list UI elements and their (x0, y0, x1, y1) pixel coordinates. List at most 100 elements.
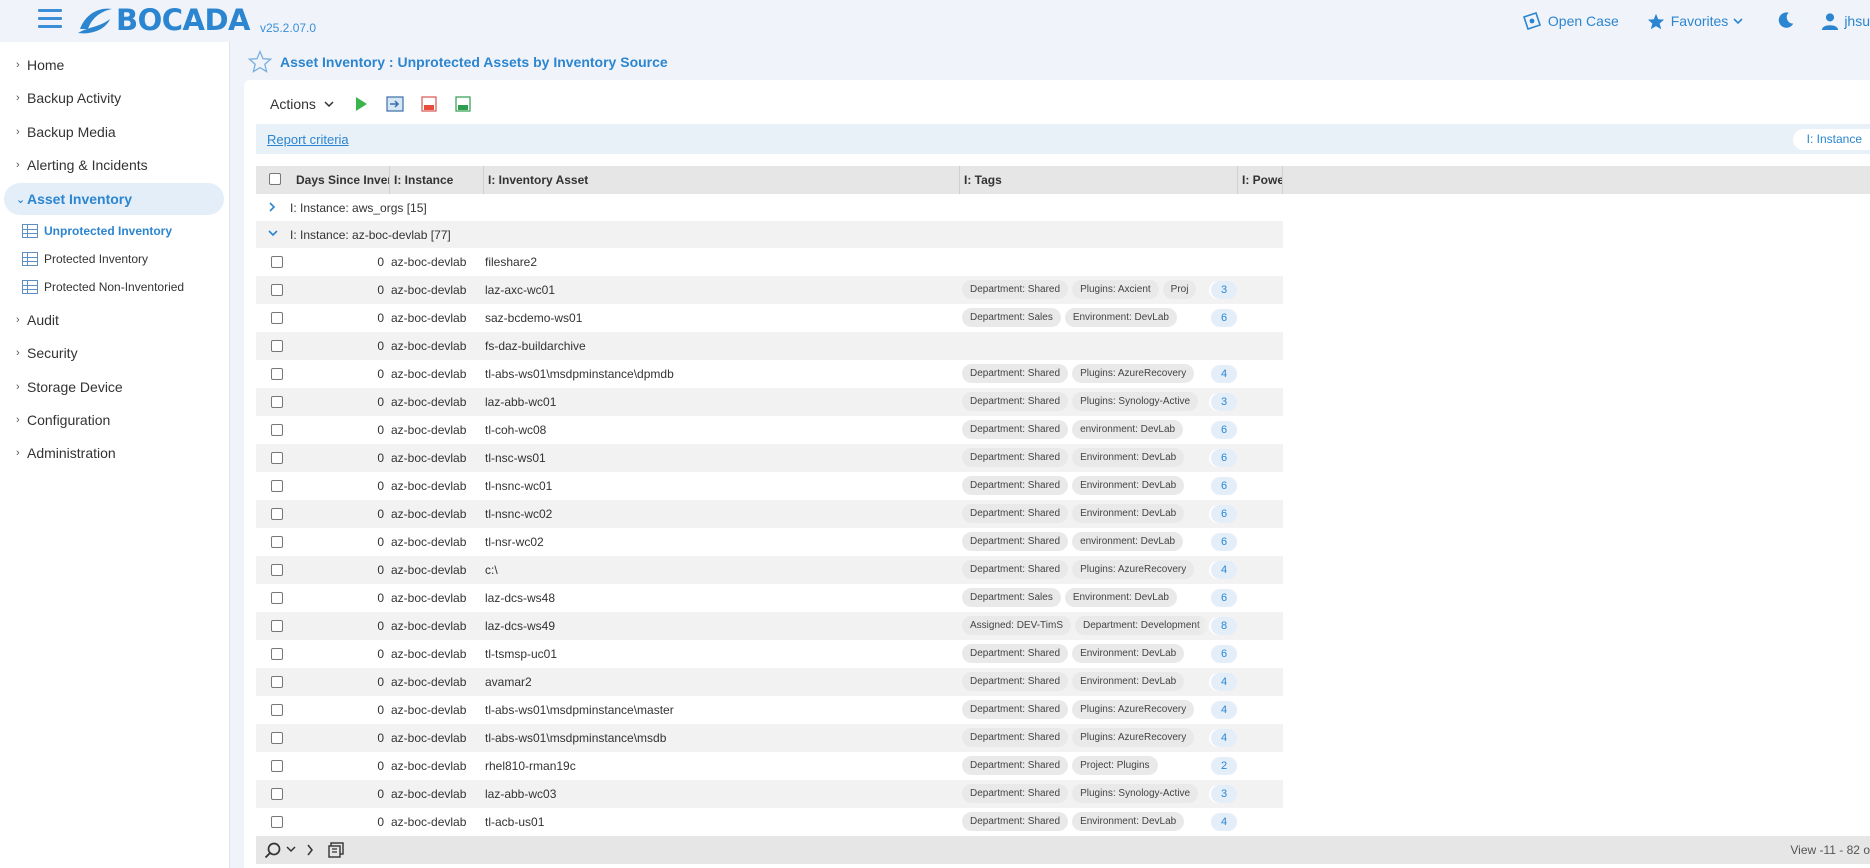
open-case-label: Open Case (1547, 13, 1619, 29)
favorite-star-icon[interactable] (248, 50, 272, 73)
table-row[interactable]: 0 az-boc-devlab saz-bcdemo-ws01 Department:… (256, 304, 1283, 332)
table-row[interactable]: 0 az-boc-devlab fileshare2 (256, 248, 1283, 276)
sidebar-item-backup-activity[interactable]: › Backup Activity (0, 84, 230, 112)
sidebar-item-audit[interactable]: › Audit (0, 306, 230, 334)
tag-count-badge[interactable]: 2 (1211, 757, 1237, 775)
sidebar-item-configuration[interactable]: › Configuration (0, 406, 230, 434)
group-row-az-boc-devlab[interactable]: I: Instance: az-boc-devlab [77] (256, 221, 1283, 248)
export-icon[interactable] (386, 95, 404, 113)
column-header-days-since[interactable]: Days Since Invent (292, 166, 390, 194)
user-menu[interactable]: jhsu (1821, 12, 1870, 30)
favorites-menu[interactable]: Favorites (1647, 13, 1750, 30)
table-row[interactable]: 0 az-boc-devlab tl-nsnc-wc02 Department: Sh… (256, 500, 1283, 528)
pdf-export-icon[interactable] (420, 95, 438, 113)
table-row[interactable]: 0 az-boc-devlab tl-tsmsp-uc01 Department: S… (256, 640, 1283, 668)
sidebar-item-storage-device[interactable]: › Storage Device (0, 373, 230, 401)
table-row[interactable]: 0 az-boc-devlab tl-abs-ws01\msdpminstance\… (256, 696, 1283, 724)
tag-count-badge[interactable]: 3 (1211, 393, 1237, 411)
tag-count-badge[interactable]: 3 (1211, 281, 1237, 299)
chevron-right-icon[interactable] (267, 201, 277, 213)
inventory-asset-cell: avamar2 (485, 675, 532, 689)
dark-mode-toggle[interactable] (1777, 11, 1795, 32)
tags-cell: Department: Shared Environment: DevLab (962, 672, 1228, 692)
table-row[interactable]: 0 az-boc-devlab fs-daz-buildarchive (256, 332, 1283, 360)
select-all-checkbox[interactable] (269, 173, 281, 185)
excel-export-icon[interactable] (454, 95, 472, 113)
tag-count-badge[interactable]: 3 (1211, 785, 1237, 803)
tag-count-badge[interactable]: 6 (1211, 309, 1237, 327)
group-row-aws-orgs[interactable]: I: Instance: aws_orgs [15] (256, 194, 1283, 221)
sidebar-subitem-protected-non-inventoried[interactable]: Protected Non-Inventoried (22, 275, 184, 299)
tag-count-badge[interactable]: 4 (1211, 701, 1237, 719)
tag-count-badge[interactable]: 6 (1211, 505, 1237, 523)
table-row[interactable]: 0 az-boc-devlab laz-axc-wc01 Department: Sh… (256, 276, 1283, 304)
sidebar-item-home[interactable]: › Home (0, 51, 230, 79)
table-row[interactable]: 0 az-boc-devlab c:\ Department: Shared Plugi… (256, 556, 1283, 584)
inventory-asset-cell: laz-axc-wc01 (485, 283, 556, 297)
sidebar-item-administration[interactable]: › Administration (0, 439, 230, 467)
tag-count-badge[interactable]: 4 (1211, 729, 1237, 747)
sidebar-item-security[interactable]: › Security (0, 339, 230, 367)
chevron-right-icon[interactable] (306, 844, 314, 856)
tag-count-badge[interactable]: 6 (1211, 449, 1237, 467)
table-row[interactable]: 0 az-boc-devlab rhel810-rman19c Department:… (256, 752, 1283, 780)
tag-count-badge[interactable]: 6 (1211, 589, 1237, 607)
open-case-link[interactable]: Open Case (1522, 12, 1619, 30)
tag-count-badge[interactable]: 4 (1211, 365, 1237, 383)
chevron-down-icon (324, 101, 334, 107)
tags-cell: Department: Shared Plugins: AzureRecovery (962, 700, 1228, 720)
table-row[interactable]: 0 az-boc-devlab tl-nsr-wc02 Department: Sha… (256, 528, 1283, 556)
tag-count-badge[interactable]: 4 (1211, 561, 1237, 579)
tags-cell: Department: Shared Environment: DevLab (962, 504, 1228, 524)
sidebar-item-alerting-incidents[interactable]: › Alerting & Incidents (0, 151, 230, 179)
table-row[interactable]: 0 az-boc-devlab laz-dcs-ws49 Assigned: DEV-… (256, 612, 1283, 640)
tag-count-badge[interactable]: 4 (1211, 673, 1237, 691)
search-icon[interactable] (264, 842, 282, 860)
user-name: jhsu (1844, 13, 1870, 29)
tag-pill: Plugins: Synology-Active (1072, 392, 1199, 411)
sidebar-item-backup-media[interactable]: › Backup Media (0, 118, 230, 146)
table-row[interactable]: 0 az-boc-devlab avamar2 Department: Shared E… (256, 668, 1283, 696)
actions-menu[interactable]: Actions (270, 96, 334, 112)
tag-count-badge[interactable]: 4 (1211, 813, 1237, 831)
run-report-icon[interactable] (352, 95, 370, 113)
version-label: v25.2.07.0 (260, 21, 317, 35)
table-row[interactable]: 0 az-boc-devlab tl-acb-us01 Department: Sha… (256, 808, 1283, 836)
table-row[interactable]: 0 az-boc-devlab tl-nsnc-wc01 Department: Sh… (256, 472, 1283, 500)
tag-pill: Environment: DevLab (1064, 588, 1177, 607)
sidebar-subitem-unprotected-inventory[interactable]: Unprotected Inventory (22, 219, 172, 243)
column-header-inventory-asset[interactable]: I: Inventory Asset (484, 166, 960, 194)
column-header-tags[interactable]: I: Tags (960, 166, 1238, 194)
table-row[interactable]: 0 az-boc-devlab laz-abb-wc01 Department: Sh… (256, 388, 1283, 416)
tag-count-badge[interactable]: 8 (1211, 617, 1237, 635)
tag-count-badge[interactable]: 6 (1211, 477, 1237, 495)
table-row[interactable]: 0 az-boc-devlab laz-dcs-ws48 Department: Sa… (256, 584, 1283, 612)
inventory-asset-cell: tl-coh-wc08 (485, 423, 547, 437)
table-row[interactable]: 0 az-boc-devlab laz-abb-wc03 Department: Sh… (256, 780, 1283, 808)
days-since-cell: 0 (377, 675, 384, 689)
sidebar-item-asset-inventory[interactable]: ⌄ Asset Inventory (4, 183, 224, 215)
table-row[interactable]: 0 az-boc-devlab tl-coh-wc08 Department: Sha… (256, 416, 1283, 444)
report-criteria-link[interactable]: Report criteria (267, 132, 349, 147)
table-row[interactable]: 0 az-boc-devlab tl-abs-ws01\msdpminstance\… (256, 360, 1283, 388)
menu-icon[interactable] (38, 9, 62, 31)
column-header-power[interactable]: I: Power (1238, 166, 1283, 194)
tag-pill: Environment: DevLab (1072, 476, 1185, 495)
tag-pill: Department: Shared (962, 476, 1069, 495)
tag-count-badge[interactable]: 6 (1211, 421, 1237, 439)
tag-pill: Proj (1162, 280, 1197, 299)
table-row[interactable]: 0 az-boc-devlab tl-abs-ws01\msdpminstance\… (256, 724, 1283, 752)
column-header-instance[interactable]: I: Instance (390, 166, 484, 194)
chevron-down-icon[interactable] (286, 846, 296, 853)
tag-pill: Environment: DevLab (1072, 644, 1185, 663)
columns-icon[interactable] (328, 842, 344, 858)
tag-count-badge[interactable]: 6 (1211, 533, 1237, 551)
pager-view-text: View -11 - 82 o (1790, 843, 1870, 857)
group-by-chip[interactable]: I: Instance (1792, 129, 1870, 150)
tag-count-badge[interactable]: 6 (1211, 645, 1237, 663)
logo[interactable]: BOCADA (76, 2, 251, 38)
tags-cell: Department: Shared environment: DevLab (962, 420, 1228, 440)
sidebar-subitem-protected-inventory[interactable]: Protected Inventory (22, 247, 148, 271)
chevron-down-icon[interactable] (267, 228, 279, 238)
table-row[interactable]: 0 az-boc-devlab tl-nsc-ws01 Department: Sha… (256, 444, 1283, 472)
